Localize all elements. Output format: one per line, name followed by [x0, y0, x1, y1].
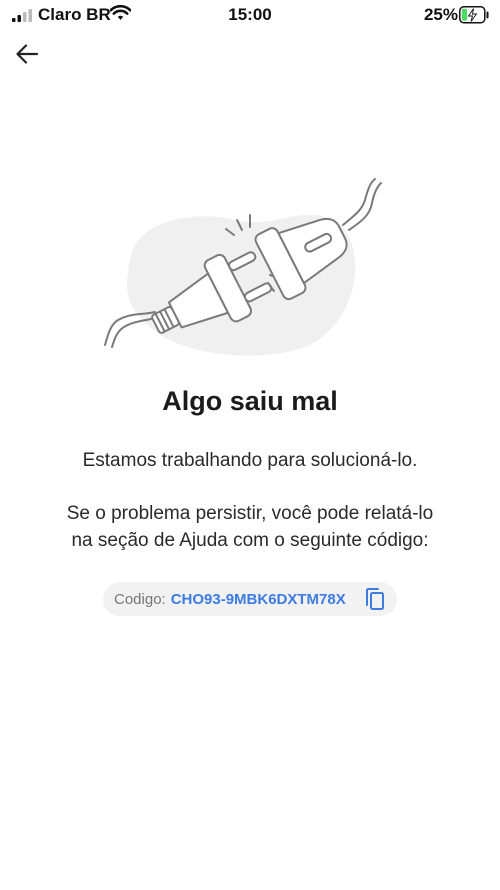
battery-percentage: 25% [423, 5, 458, 24]
status-bar: Claro BR 15:00 25% [0, 0, 500, 30]
arrow-left-icon[interactable] [12, 38, 44, 70]
help-text: Se o problema persistir, você pode relat… [0, 500, 500, 554]
unplugged-plug-illustration [104, 178, 382, 356]
help-text-line: na seção de Ajuda com o seguinte código: [71, 530, 429, 551]
battery-charging-icon [459, 6, 489, 24]
error-code-pill[interactable]: Codigo: CHO93-9MBK6DXTM78X [103, 582, 397, 616]
error-title: Algo saiu mal [162, 386, 338, 416]
error-code[interactable]: CHO93-9MBK6DXTM78X [171, 591, 346, 608]
code-label: Codigo: [114, 590, 166, 608]
copy-icon[interactable] [364, 587, 386, 611]
error-message: Estamos trabalhando para solucioná-lo. [82, 450, 418, 471]
help-text-line: Se o problema persistir, você pode relat… [66, 503, 434, 524]
